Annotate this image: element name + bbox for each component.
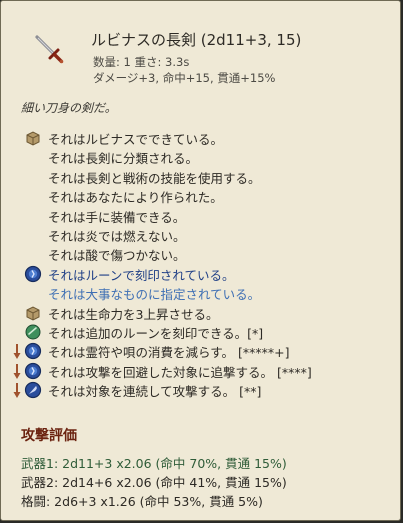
property-row: それは長剣に分類される。 [1, 147, 400, 166]
property-text: それは炎では燃えない。 [48, 228, 186, 244]
property-row: それは追加のルーンを刻印できる。[*] [1, 322, 400, 341]
property-row: それは炎では燃えない。 [1, 225, 400, 244]
down-arrow-icon [13, 383, 21, 399]
attack-eval-weapon1: 武器1: 2d11+3 x2.06 (命中 70%, 貫通 15%) [21, 456, 287, 471]
material-icon [26, 131, 40, 146]
down-arrow-icon [13, 344, 21, 360]
property-text: それはルビナスでできている。 [48, 132, 224, 147]
item-description: 細い刀身の剣だ。 [21, 101, 117, 115]
property-row: それは大事なものに指定されている。 [1, 283, 400, 302]
green-orb-icon [25, 324, 41, 340]
property-text: それはルーンで刻印されている。 [48, 267, 235, 283]
property-text: それは追加のルーンを刻印できる。[*] [48, 325, 264, 341]
material-icon [26, 305, 40, 321]
property-text: それは長剣と戦術の技能を使用する。 [48, 170, 261, 186]
property-text: それはあなたにより作られた。 [48, 190, 223, 206]
property-text: それは長剣に分類される。 [48, 151, 199, 167]
rune-icon [24, 362, 42, 379]
property-row: それは酸で傷つかない。 [1, 244, 400, 263]
item-stats-bonuses: ダメージ+3, 命中+15, 貫通+15% [93, 71, 276, 85]
item-tooltip: ルビナスの長剣 (2d11+3, 15) 数量: 1 重さ: 3.3s ダメージ… [0, 0, 401, 521]
down-arrow-icon [13, 363, 21, 379]
property-text: それは手に装備できる。 [48, 209, 186, 225]
property-text: それは攻撃を回避した対象に追撃する。 [****] [48, 364, 312, 380]
property-list: それはルビナスでできている。 それは長剣に分類される。 それは長剣と戦術の技能を… [1, 128, 400, 399]
property-text: それは大事なものに指定されている。 [48, 287, 261, 303]
sword-icon [35, 35, 64, 64]
attack-eval-weapon2: 武器2: 2d14+6 x2.06 (命中 41%, 貫通 15%) [21, 475, 287, 490]
attack-eval-unarmed: 格闘: 2d6+3 x1.26 (命中 53%, 貫通 5%) [21, 494, 263, 509]
property-row: それは手に装備できる。 [1, 206, 400, 225]
property-row: それはルーンで刻印されている。 [1, 264, 400, 283]
feather-rune-icon [24, 381, 42, 399]
property-row: それはあなたにより作られた。 [1, 186, 400, 205]
property-row: それはルビナスでできている。 [1, 128, 400, 147]
property-row: それは長剣と戦術の技能を使用する。 [1, 167, 400, 186]
property-text: それは対象を連続して攻撃する。 [**] [48, 384, 262, 400]
attack-eval-title: 攻撃評価 [21, 428, 77, 444]
property-row: それは攻撃を回避した対象に追撃する。 [****] [1, 361, 400, 380]
item-title: ルビナスの長剣 (2d11+3, 15) [91, 31, 302, 49]
rune-icon [24, 265, 42, 282]
rune-icon [24, 343, 42, 360]
item-stats-quantity-weight: 数量: 1 重さ: 3.3s [93, 55, 190, 69]
property-row: それは生命力を3上昇させる。 [1, 303, 400, 322]
property-row: それは霊符や唄の消費を減らす。 [*****+] [1, 341, 400, 360]
property-text: それは酸で傷つかない。 [48, 248, 186, 264]
property-row: それは対象を連続して攻撃する。 [**] [1, 380, 400, 399]
property-text: それは生命力を3上昇させる。 [48, 306, 219, 322]
property-text: それは霊符や唄の消費を減らす。 [*****+] [48, 345, 290, 361]
